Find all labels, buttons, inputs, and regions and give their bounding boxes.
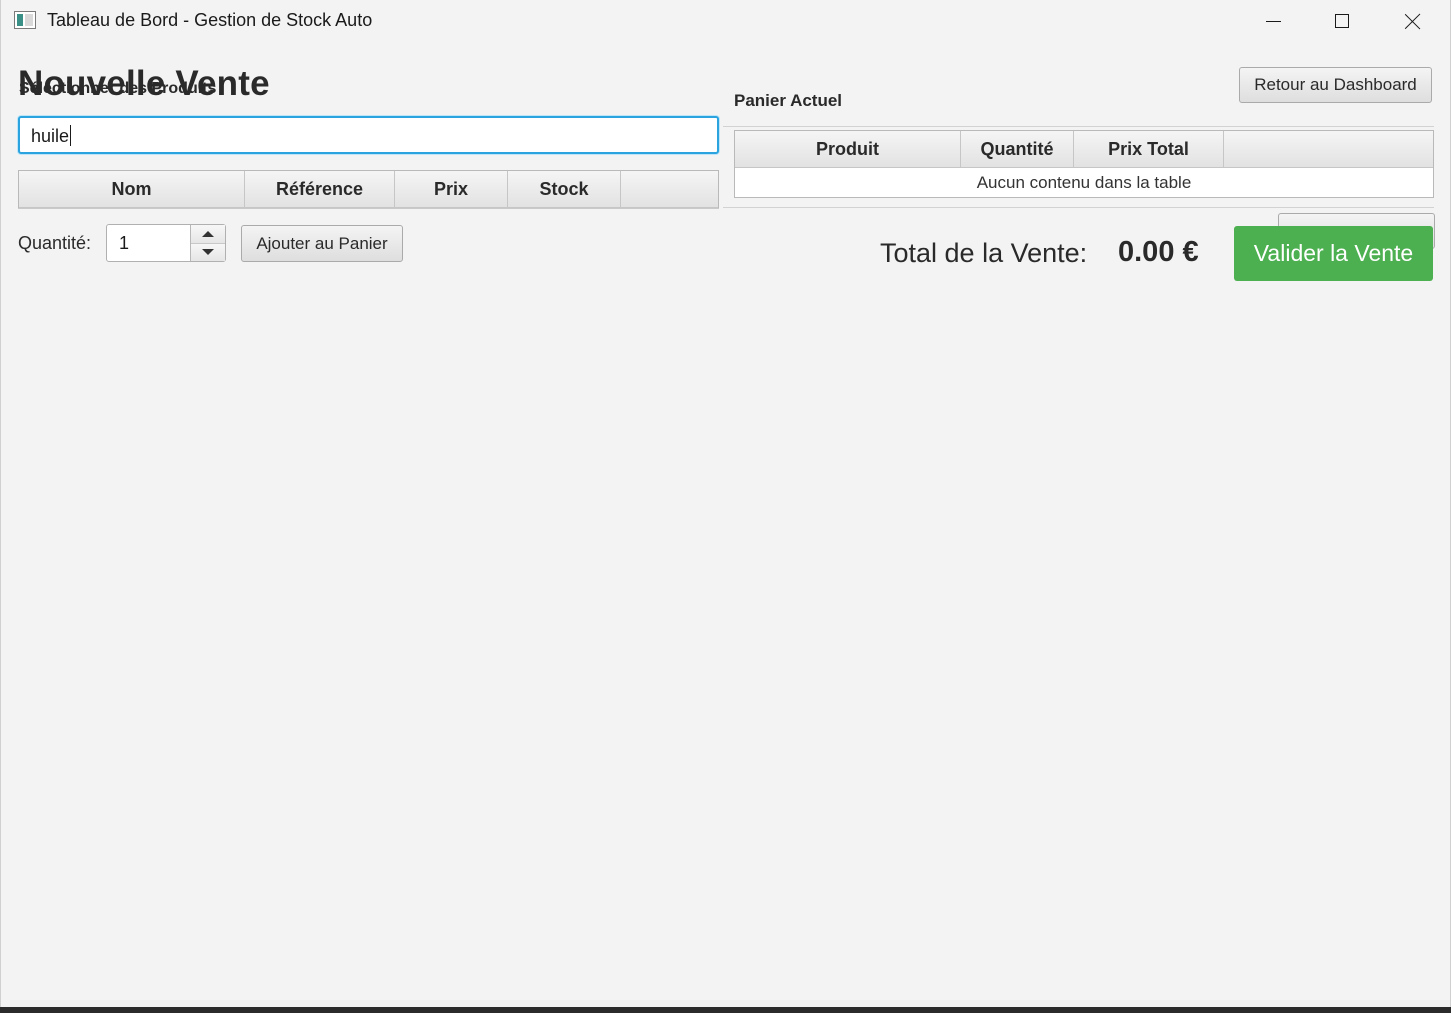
app-window: Tableau de Bord - Gestion de Stock Auto … [0, 0, 1451, 1007]
increment-button[interactable] [191, 225, 225, 243]
window-title: Tableau de Bord - Gestion de Stock Auto [47, 10, 373, 30]
back-to-dashboard-button[interactable]: Retour au Dashboard [1239, 67, 1432, 103]
chevron-up-icon [202, 230, 214, 237]
column-header-filler [621, 171, 718, 207]
add-to-cart-button[interactable]: Ajouter au Panier [241, 225, 403, 262]
column-header-prix[interactable]: Prix [395, 171, 508, 207]
decrement-button[interactable] [191, 242, 225, 261]
minimize-button[interactable] [1239, 0, 1307, 42]
maximize-button[interactable] [1308, 0, 1376, 42]
divider [723, 207, 1434, 208]
quantity-label: Quantité: [18, 233, 92, 253]
column-header-stock[interactable]: Stock [508, 171, 621, 207]
validate-sale-button[interactable]: Valider la Vente [1234, 226, 1433, 281]
close-icon [1404, 12, 1422, 30]
column-header-produit[interactable]: Produit [735, 131, 961, 167]
maximize-icon [1335, 14, 1349, 28]
close-button[interactable] [1379, 0, 1447, 42]
quantity-value[interactable]: 1 [107, 225, 190, 261]
search-value: huile [31, 126, 70, 146]
column-header-filler [1224, 131, 1433, 167]
products-table[interactable]: Nom Référence Prix Stock [18, 170, 719, 209]
page-title: Nouvelle Vente [18, 64, 270, 103]
stepper-arrows [190, 225, 225, 261]
cart-empty-message: Aucun contenu dans la table [976, 173, 1192, 192]
cart-section-title: Panier Actuel [734, 91, 843, 110]
cart-table[interactable]: Produit Quantité Prix Total Aucun conten… [734, 130, 1434, 198]
cart-table-header: Produit Quantité Prix Total [735, 131, 1433, 168]
products-table-header: Nom Référence Prix Stock [19, 171, 718, 208]
title-bar: Tableau de Bord - Gestion de Stock Auto [1, 0, 1450, 42]
text-caret [70, 125, 72, 146]
minimize-icon [1265, 20, 1281, 22]
chevron-down-icon [202, 249, 214, 256]
divider [723, 126, 1434, 127]
total-label: Total de la Vente: [880, 238, 1088, 268]
column-header-reference[interactable]: Référence [245, 171, 395, 207]
column-header-nom[interactable]: Nom [19, 171, 245, 207]
total-value: 0.00 € [1118, 236, 1199, 268]
column-header-prix-total[interactable]: Prix Total [1074, 131, 1224, 167]
divider [18, 208, 719, 209]
app-icon [14, 11, 36, 29]
column-header-quantite[interactable]: Quantité [961, 131, 1074, 167]
product-search-input[interactable]: huile [18, 116, 719, 154]
quantity-stepper[interactable]: 1 [106, 224, 226, 262]
